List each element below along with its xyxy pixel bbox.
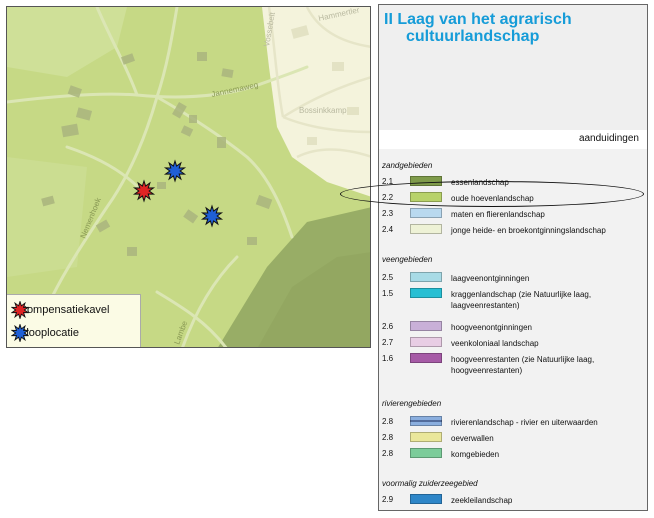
map-legend: Compensatiekavel Slooplocatie xyxy=(7,294,141,347)
section-zuiderzeegebied: voormalig zuiderzeegebied xyxy=(382,479,478,488)
legend-swatch xyxy=(410,321,442,331)
legend-label: zeekleilandschap xyxy=(451,496,513,505)
legend-swatch xyxy=(410,272,442,282)
legend-label: jonge heide- en broekontginningslandscha… xyxy=(451,226,606,235)
legend-label-line: hoogveenrestanten) xyxy=(451,366,523,375)
legend-swatch xyxy=(410,416,442,426)
legend-title-line-1: II Laag van het agrarisch xyxy=(384,11,572,28)
legend-code: 2.8 xyxy=(382,433,394,442)
section-veengebieden: veengebieden xyxy=(382,255,433,264)
red-star-icon xyxy=(11,301,29,319)
legend-label: hoogveenontginningen xyxy=(451,323,532,332)
legend-code: 1.6 xyxy=(382,354,394,363)
road-label-bossinkkamp: Bossinkkamp xyxy=(299,106,347,115)
aanduidingen-bar: aanduidingen xyxy=(379,130,647,149)
legend-code: 2.5 xyxy=(382,273,394,282)
legend-code: 1.5 xyxy=(382,289,394,298)
section-rivierengebieden: rivierengebieden xyxy=(382,399,442,408)
section-zandgebieden: zandgebieden xyxy=(382,161,433,170)
legend-title: II Laag van het agrarisch cultuurlandsch… xyxy=(384,11,639,45)
legend-swatch xyxy=(410,288,442,298)
legend-code: 2.8 xyxy=(382,449,394,458)
aanduidingen-label: aanduidingen xyxy=(578,133,639,144)
highlight-oval xyxy=(340,181,644,207)
legend-swatch xyxy=(410,432,442,442)
legend-label: rivierenlandschap - rivier en uiterwaard… xyxy=(451,418,598,427)
map-legend-item-compensatiekavel: Compensatiekavel xyxy=(11,301,110,319)
map-legend-item-sloop: Slooplocatie xyxy=(11,324,79,342)
legend-label: laagveenontginningen xyxy=(451,274,530,283)
legend-label: kraggenlandschap (zie Natuurlijke laag, … xyxy=(451,289,641,311)
legend-swatch xyxy=(410,494,442,504)
legend-swatch xyxy=(410,448,442,458)
legend-label: maten en flierenlandschap xyxy=(451,210,545,219)
map-legend-label: Compensatiekavel xyxy=(19,304,110,316)
legend-code: 2.4 xyxy=(382,225,394,234)
legend-label-line: laagveenrestanten) xyxy=(451,301,520,310)
legend-code: 2.7 xyxy=(382,338,394,347)
legend-label: hoogveenrestanten (zie Natuurlijke laag,… xyxy=(451,354,641,376)
legend-code: 2.6 xyxy=(382,322,394,331)
legend-title-line-2: cultuurlandschap xyxy=(406,28,540,45)
blue-star-icon xyxy=(11,324,29,342)
legend-label-line: hoogveenrestanten (zie Natuurlijke laag, xyxy=(451,355,595,364)
legend-swatch xyxy=(410,208,442,218)
legend-label: oeverwallen xyxy=(451,434,494,443)
legend-code: 2.9 xyxy=(382,495,394,504)
legend-label-line: kraggenlandschap (zie Natuurlijke laag, xyxy=(451,290,592,299)
legend-code: 2.8 xyxy=(382,417,394,426)
legend-label: veenkoloniaal landschap xyxy=(451,339,539,348)
legend-swatch xyxy=(410,224,442,234)
legend-panel: II Laag van het agrarisch cultuurlandsch… xyxy=(378,4,648,511)
legend-header: II Laag van het agrarisch cultuurlandsch… xyxy=(379,5,647,130)
legend-label: komgebieden xyxy=(451,450,500,459)
legend-code: 2.3 xyxy=(382,209,394,218)
legend-swatch xyxy=(410,353,442,363)
map-view[interactable]: Vossebelt Hammertler Jannemaweg Bossinkk… xyxy=(6,6,371,348)
legend-swatch xyxy=(410,337,442,347)
